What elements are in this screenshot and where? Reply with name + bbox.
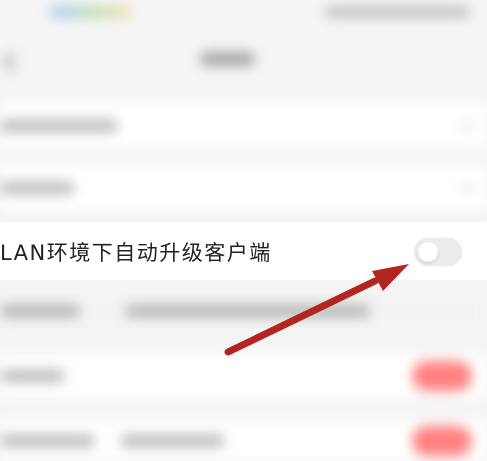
settings-row-blurred[interactable] <box>0 103 487 148</box>
settings-row-blurred[interactable] <box>0 165 487 210</box>
chevron-right-icon <box>456 180 472 196</box>
toggle-switch-blurred[interactable] <box>412 361 472 391</box>
page-title-blurred <box>200 52 255 66</box>
auto-upgrade-label: LAN环境下自动升级客户端 <box>0 241 272 265</box>
status-bar-left-icons <box>50 6 130 18</box>
settings-row-label-blurred <box>0 304 80 318</box>
nav-bar <box>0 40 487 85</box>
chevron-right-icon <box>456 118 472 134</box>
settings-row-blurred[interactable] <box>0 355 487 397</box>
status-bar <box>0 0 487 30</box>
status-bar-right-icons <box>325 6 470 18</box>
settings-row-label-blurred <box>0 369 65 383</box>
settings-row-label-blurred <box>0 181 75 195</box>
settings-row-label-blurred <box>0 434 95 448</box>
settings-row-blurred[interactable] <box>0 290 487 332</box>
toggle-switch-blurred[interactable] <box>412 426 472 456</box>
settings-row-blurred[interactable] <box>0 420 487 461</box>
auto-upgrade-toggle[interactable] <box>414 238 462 266</box>
settings-row-label-blurred <box>0 119 118 133</box>
settings-row-desc-blurred <box>120 434 225 448</box>
toggle-knob <box>418 242 438 262</box>
chevron-left-icon[interactable] <box>2 50 25 73</box>
settings-row-desc-blurred <box>125 304 370 318</box>
